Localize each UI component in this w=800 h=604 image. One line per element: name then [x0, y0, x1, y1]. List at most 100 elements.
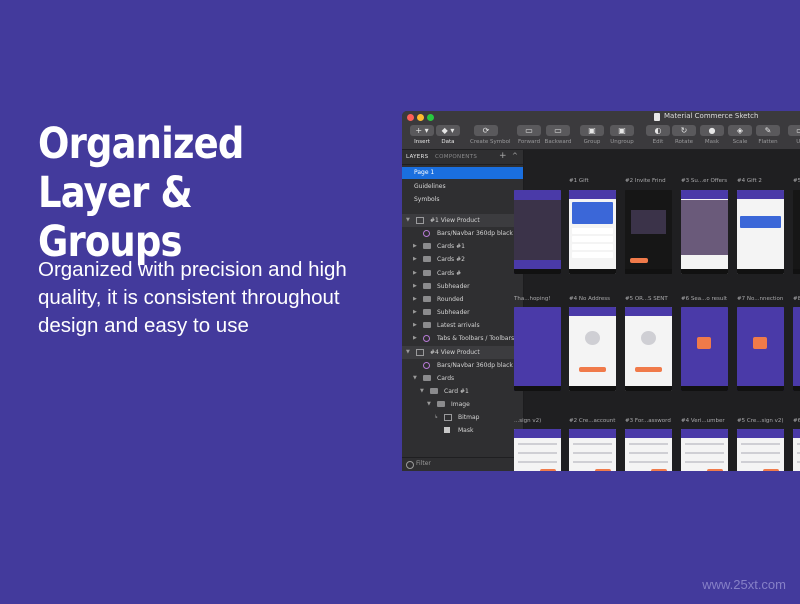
artboard-header [625, 307, 672, 316]
artboard-preview[interactable] [681, 429, 728, 471]
toolbar-data-button[interactable]: ◆ ▾ Data [432, 125, 464, 149]
toolbar-backward-button[interactable]: ▭ Backward [542, 125, 574, 149]
layer-row[interactable]: Bars/Navbar 360dp black [402, 227, 523, 240]
toolbar-create-symbol-button[interactable]: ⟳ Create Symbol [470, 125, 511, 149]
toolbar-un-button[interactable]: ▭ Un [784, 125, 800, 149]
artboard-preview[interactable] [514, 429, 561, 471]
canvas[interactable]: #1 Gift #2 Invite Frind #3 Su...er Offers #… [514, 150, 800, 471]
add-page-icon[interactable]: + [499, 151, 507, 161]
form-field [685, 452, 724, 454]
disclosure-arrow-icon[interactable]: ▶ [413, 293, 417, 306]
artboard-preview[interactable] [737, 307, 784, 391]
page-item[interactable]: Page 1 [402, 167, 523, 179]
layer-row[interactable]: Mask [402, 424, 523, 437]
filter-bar[interactable]: Filter [402, 457, 523, 471]
minimize-button[interactable] [417, 114, 424, 121]
layer-row[interactable]: ▶ Cards # [402, 267, 523, 280]
layer-row[interactable]: ▶ Cards #1 [402, 240, 523, 253]
artboard-preview[interactable] [737, 190, 784, 274]
illustration [641, 331, 656, 345]
artboard-preview[interactable] [625, 429, 672, 471]
toolbar-ungroup-button[interactable]: ▣ Ungroup [606, 125, 638, 149]
artboard-title[interactable]: #1 Gift [569, 178, 589, 184]
artboard-preview[interactable] [514, 307, 561, 391]
layer-row[interactable]: ▶ Latest arrivals [402, 319, 523, 332]
close-button[interactable] [407, 114, 414, 121]
layer-row[interactable]: ▼ Card #1 [402, 385, 523, 398]
artboard-preview[interactable] [737, 429, 784, 471]
artboard-title[interactable]: #5 Cre...sign v2) [737, 418, 783, 424]
form-field [573, 452, 612, 454]
collapse-pages-icon[interactable]: ^ [512, 152, 518, 160]
tab-components[interactable]: COMPONENTS [435, 154, 477, 160]
artboard-title[interactable]: #6 [793, 418, 800, 424]
disclosure-arrow-icon[interactable]: ▼ [406, 214, 410, 227]
artboard-row[interactable]: ▼ #1 View Product [402, 214, 523, 227]
artboard-title[interactable]: #4 Veri...umber [681, 418, 725, 424]
disclosure-arrow-icon[interactable]: ▼ [406, 346, 410, 359]
artboard-row[interactable]: ▼ #4 View Product [402, 345, 523, 359]
zoom-button[interactable] [427, 114, 434, 121]
layer-row[interactable]: ▶ Subheader [402, 280, 523, 293]
disclosure-arrow-icon[interactable]: ▶ [413, 306, 417, 319]
artboard-preview[interactable] [793, 190, 800, 274]
disclosure-arrow-icon[interactable]: ▼ [420, 385, 424, 398]
page-item[interactable]: Symbols [402, 194, 523, 206]
disclosure-arrow-icon[interactable]: ▼ [413, 372, 417, 385]
artboard-preview[interactable] [569, 429, 616, 471]
offer-image [681, 200, 728, 255]
disclosure-arrow-icon[interactable]: ▶ [413, 319, 417, 332]
toolbar-forward-button[interactable]: ▭ Forward [513, 125, 545, 149]
layer-row[interactable]: ▶ Tabs & Toolbars / Toolbars /... [402, 332, 524, 345]
toolbar-flatten-button[interactable]: ✎ Flatten [752, 125, 784, 149]
artboard-header [681, 429, 728, 438]
artboard-title[interactable]: Tha...hoping! [514, 296, 551, 302]
disclosure-arrow-icon[interactable]: ▶ [413, 253, 417, 266]
artboard-title[interactable]: ...sign v2) [514, 418, 541, 424]
layer-row[interactable]: Bars/Navbar 360dp black [402, 359, 523, 372]
disclosure-arrow-icon[interactable]: ▼ [427, 398, 431, 411]
disclosure-arrow-icon[interactable]: ▶ [413, 240, 417, 253]
artboard-title[interactable]: #5 OR...S SENT [625, 296, 668, 302]
cta-button [579, 367, 606, 372]
page-item-label: Symbols [414, 196, 440, 203]
artboard-title[interactable]: #3 For...assword [625, 418, 671, 424]
artboard-preview[interactable] [569, 307, 616, 391]
artboard-preview[interactable] [514, 190, 561, 274]
artboard-title[interactable]: #5 [793, 178, 800, 184]
layer-row[interactable]: ▶ Subheader [402, 306, 523, 319]
toolbar-button-icon: + ▾ [410, 125, 434, 136]
layer-row[interactable]: ▼ Image [402, 398, 523, 411]
artboard-preview[interactable] [625, 190, 672, 274]
disclosure-arrow-icon[interactable]: ▶ [413, 267, 417, 280]
artboard-title[interactable]: #8 [793, 296, 800, 302]
nav-bar [514, 269, 561, 274]
artboard-title[interactable]: #2 Invite Frind [625, 178, 666, 184]
artboard-preview[interactable] [625, 307, 672, 391]
artboard-preview[interactable] [681, 307, 728, 391]
disclosure-arrow-icon[interactable]: ▶ [413, 332, 417, 345]
artboard-preview[interactable] [793, 429, 800, 471]
artboard-preview[interactable] [681, 190, 728, 274]
artboard-preview[interactable] [569, 190, 616, 274]
toolbar-button-icon: ◆ ▾ [436, 125, 460, 136]
layer-label: #4 View Product [430, 348, 480, 356]
layer-row[interactable]: ▶ Cards #2 [402, 253, 523, 266]
toolbar-group-button[interactable]: ▣ Group [576, 125, 608, 149]
child-indicator-icon[interactable]: ↳ [434, 411, 438, 424]
page-item[interactable]: Guidelines [402, 181, 523, 193]
layer-label: Subheader [437, 282, 470, 290]
layer-row[interactable]: ↳ Bitmap [402, 411, 523, 424]
artboard-title[interactable]: #3 Su...er Offers [681, 178, 727, 184]
tab-layers[interactable]: LAYERS [406, 154, 428, 160]
artboard-title[interactable]: #4 No Address [569, 296, 610, 302]
artboard-preview[interactable] [793, 307, 800, 391]
artboard-title[interactable]: #4 Gift 2 [737, 178, 762, 184]
artboard-title[interactable]: #7 No...nnection [737, 296, 783, 302]
artboard-title[interactable]: #2 Cre...account [569, 418, 615, 424]
layer-row[interactable]: ▶ Rounded [402, 293, 523, 306]
artboard-title[interactable]: #6 Sea...o result [681, 296, 727, 302]
layer-row[interactable]: ▼ Cards [402, 372, 523, 385]
toolbar-button-icon: ● [700, 125, 724, 136]
disclosure-arrow-icon[interactable]: ▶ [413, 280, 417, 293]
